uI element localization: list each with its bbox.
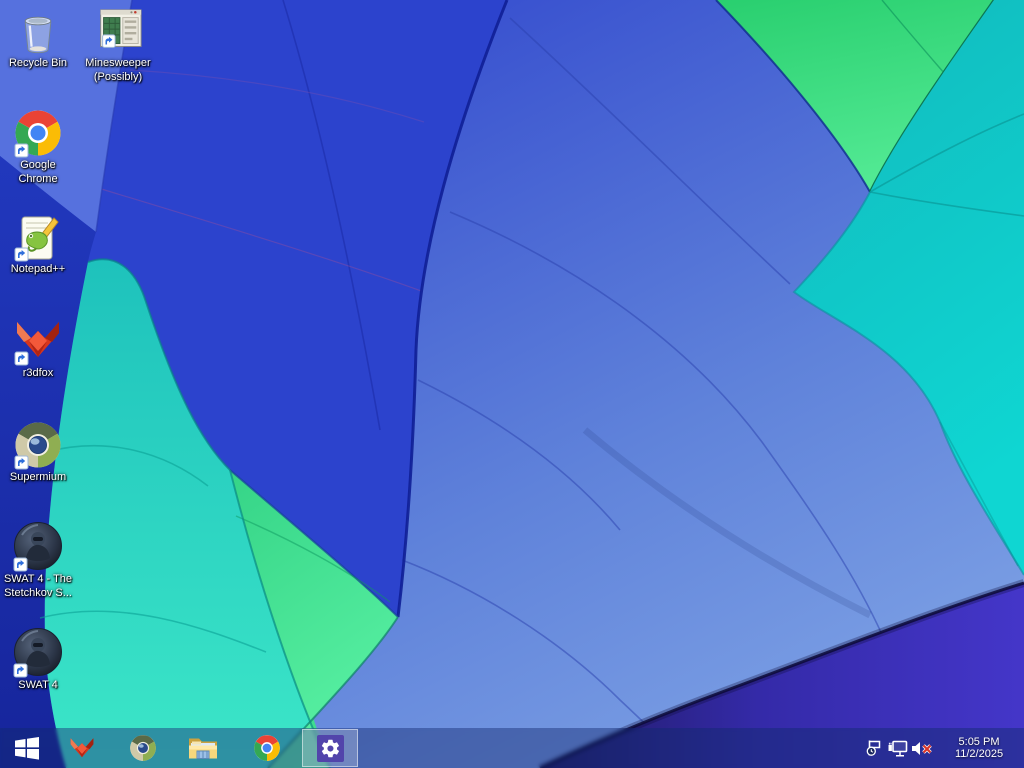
desktop-icon-label: SWAT 4 - The xyxy=(3,573,73,585)
windows-logo-icon xyxy=(14,736,39,760)
shortcut-arrow-icon xyxy=(14,247,29,262)
taskbar-supermium-button[interactable] xyxy=(123,728,163,768)
desktop-icon-supermium[interactable]: Supermium xyxy=(0,420,76,485)
desktop-icon-label: SWAT 4 xyxy=(18,679,58,691)
gear-icon xyxy=(321,739,339,757)
chrome-icon xyxy=(14,110,61,158)
desktop-icon-swat4[interactable]: SWAT 4 xyxy=(0,628,76,693)
desktop-icon-label: Notepad++ xyxy=(10,263,66,275)
notepad-plus-plus-icon xyxy=(14,216,59,262)
shortcut-arrow-icon xyxy=(14,455,29,470)
desktop-icon-label: Minesweeper xyxy=(85,57,151,69)
desktop: Recycle Bin Minesweeper (Possibly) Googl… xyxy=(0,0,1024,768)
desktop-icon-label: r3dfox xyxy=(22,367,54,379)
clock-time: 5:05 PM xyxy=(958,735,1000,748)
r3dfox-icon xyxy=(14,322,59,366)
desktop-icon-minesweeper[interactable]: Minesweeper (Possibly) xyxy=(74,6,162,84)
chrome-icon xyxy=(254,735,280,761)
desktop-icon-label: Supermium xyxy=(9,471,67,483)
settings-tile xyxy=(316,734,344,762)
desktop-icon-notepad-plus-plus[interactable]: Notepad++ xyxy=(0,212,76,277)
taskbar-chrome-button[interactable] xyxy=(247,728,287,768)
taskbar-file-explorer-button[interactable] xyxy=(183,728,223,768)
action-center-icon[interactable] xyxy=(862,728,886,768)
shortcut-arrow-icon xyxy=(13,663,28,678)
swat4-stetchkov-icon xyxy=(13,522,62,572)
shortcut-arrow-icon xyxy=(102,34,116,48)
desktop-icon-swat4-stetchkov[interactable]: SWAT 4 - The Stetchkov S... xyxy=(0,522,76,600)
r3dfox-icon xyxy=(70,738,94,758)
clock-date: 11/2/2025 xyxy=(954,748,1004,760)
supermium-icon xyxy=(14,422,61,470)
shortcut-arrow-icon xyxy=(14,143,29,158)
desktop-icon-google-chrome[interactable]: Google Chrome xyxy=(0,108,76,186)
taskbar: 5:05 PM 11/2/2025 xyxy=(0,728,1024,768)
shortcut-arrow-icon xyxy=(14,351,29,366)
file-explorer-icon xyxy=(189,738,217,759)
start-button[interactable] xyxy=(2,728,52,768)
desktop-icon-label: Google xyxy=(20,159,56,171)
system-tray: 5:05 PM 11/2/2025 xyxy=(862,728,1024,768)
desktop-icon-recycle-bin[interactable]: Recycle Bin xyxy=(0,6,76,71)
taskbar-r3dfox-button[interactable] xyxy=(62,728,102,768)
shortcut-arrow-icon xyxy=(13,557,28,572)
network-icon[interactable] xyxy=(886,728,910,768)
desktop-icon-r3dfox[interactable]: r3dfox xyxy=(0,316,76,381)
taskbar-settings-button[interactable] xyxy=(302,729,358,767)
desktop-icon-label: Recycle Bin xyxy=(8,57,68,69)
supermium-icon xyxy=(130,735,156,761)
minesweeper-icon xyxy=(100,9,142,48)
swat4-icon xyxy=(13,628,62,678)
recycle-bin-icon xyxy=(24,16,52,54)
volume-muted-icon[interactable] xyxy=(910,728,934,768)
taskbar-clock[interactable]: 5:05 PM 11/2/2025 xyxy=(940,736,1018,761)
